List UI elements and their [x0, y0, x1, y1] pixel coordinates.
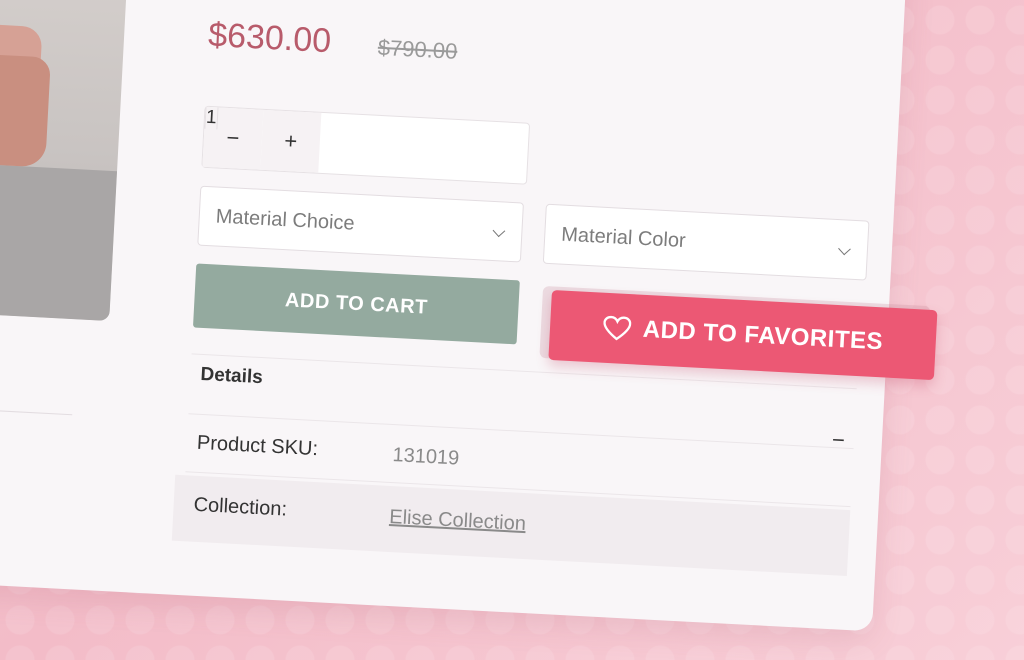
product-description-snippet: k, ndinavian: [0, 469, 79, 531]
details-heading: Details: [199, 363, 264, 389]
current-price: $630.00: [207, 15, 333, 61]
material-choice-label: Material Choice: [215, 204, 356, 235]
original-price: $790.00: [377, 34, 458, 64]
sku-label: Product SKU:: [196, 431, 319, 461]
product-image: [0, 0, 132, 322]
heart-icon: [603, 315, 632, 341]
material-color-label: Material Color: [560, 223, 687, 252]
left-divider: [0, 404, 73, 416]
details-collapse-toggle[interactable]: −: [831, 427, 845, 454]
quantity-stepper: − 1 +: [201, 105, 531, 185]
quantity-input[interactable]: 1: [204, 106, 219, 130]
material-choice-select[interactable]: Material Choice: [197, 185, 524, 263]
material-color-select[interactable]: Material Color: [542, 203, 870, 281]
chevron-down-icon: [838, 242, 851, 256]
chevron-down-icon: [492, 224, 506, 238]
add-to-cart-button[interactable]: ADD TO CART: [192, 263, 520, 345]
description-line-1: k,: [0, 469, 79, 505]
add-to-favorites-label: ADD TO FAVORITES: [642, 315, 884, 356]
sku-value: 131019: [391, 444, 460, 470]
collection-label: Collection:: [193, 493, 288, 521]
quantity-increase-button[interactable]: +: [260, 109, 322, 173]
